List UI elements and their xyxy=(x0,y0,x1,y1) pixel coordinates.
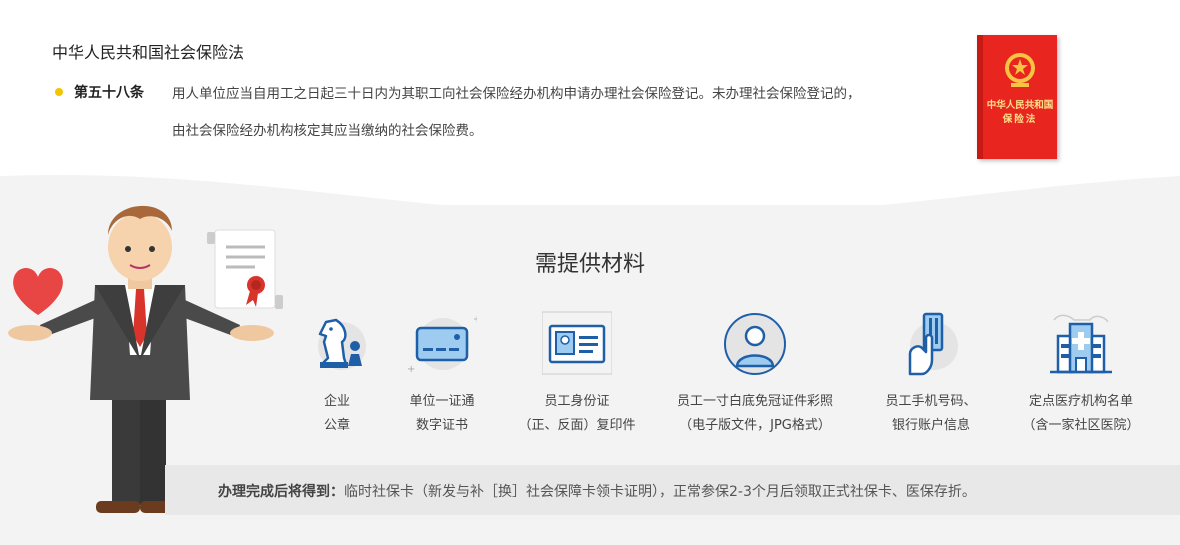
phone-card-icon xyxy=(908,312,958,376)
material-label-line1: 员工一寸白底免冠证件彩照 xyxy=(676,394,833,409)
material-item-medical-institutions: 定点医疗机构名单 （含一家社区医院） xyxy=(996,308,1166,438)
result-label: 办理完成后将得到： xyxy=(218,484,344,500)
material-label-line1: 员工手机号码、 xyxy=(885,394,977,409)
material-label-line2: （电子版文件，JPG格式） xyxy=(679,418,831,433)
id-card-icon xyxy=(541,311,613,375)
heart-icon xyxy=(13,268,63,315)
material-label-line2: （含一家社区医院） xyxy=(1022,418,1140,433)
svg-text:+: + xyxy=(473,314,477,325)
material-label-line1: 定点医疗机构名单 xyxy=(1028,394,1133,409)
book-title-line2: 保险法 xyxy=(1002,114,1038,125)
certificate-icon xyxy=(207,229,283,309)
card-icon: + + xyxy=(407,314,481,375)
article-text-line2: 由社会保险经办机构核定其应当缴纳的社会保险费。 xyxy=(172,123,483,139)
result-content: 临时社保卡（新发与补［换］社会保障卡领卡证明），正常参保2-3个月后领取正式社保… xyxy=(344,484,976,500)
result-text: 办理完成后将得到：临时社保卡（新发与补［换］社会保障卡领卡证明），正常参保2-3… xyxy=(218,481,976,501)
svg-text:+: + xyxy=(407,364,415,375)
hospital-icon xyxy=(1050,314,1112,374)
article-number: 第五十八条 xyxy=(74,85,144,101)
material-label-line1: 员工身份证 xyxy=(544,394,610,409)
book-title-line1: 中华人民共和国 xyxy=(986,100,1054,111)
material-item-id-card-copy: 员工身份证 （正、反面）复印件 xyxy=(492,308,662,438)
material-label-line2: 银行账户信息 xyxy=(891,418,970,433)
material-item-phone-bank: 员工手机号码、 银行账户信息 xyxy=(846,308,1016,438)
book-spine xyxy=(977,35,983,159)
portrait-icon xyxy=(724,313,786,375)
law-title: 中华人民共和国社会保险法 xyxy=(52,43,245,62)
material-item-photo: 员工一寸白底免冠证件彩照 （电子版文件，JPG格式） xyxy=(670,308,840,438)
law-book-image: 中华人民共和国 保险法 xyxy=(977,35,1057,159)
national-emblem-icon xyxy=(1005,53,1035,87)
material-label-line2: （正、反面）复印件 xyxy=(518,418,636,433)
bullet-dot-icon xyxy=(55,88,63,96)
article-text-line1: 用人单位应当自用工之日起三十日内为其职工向社会保险经办机构申请办理社会保险登记。… xyxy=(172,86,861,102)
materials-title: 需提供材料 xyxy=(534,252,645,277)
